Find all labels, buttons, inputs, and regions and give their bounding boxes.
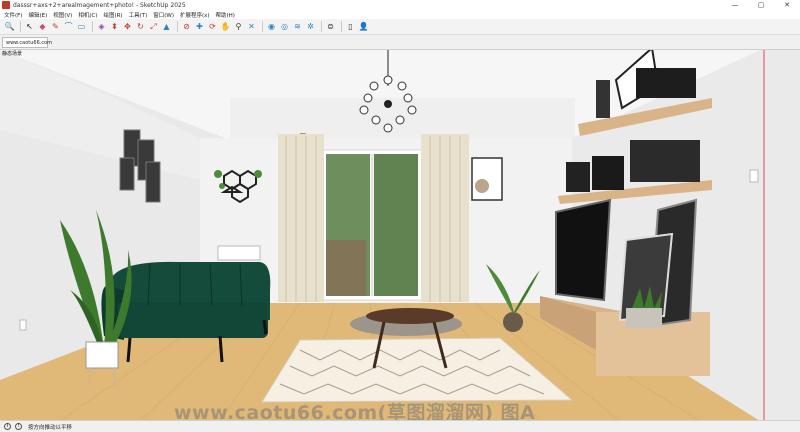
window-view-right: [374, 154, 418, 296]
scene-drawing: [0, 50, 800, 420]
wall-outlet: [19, 319, 27, 331]
coffee-table-top: [366, 308, 454, 324]
menu-edit[interactable]: 编辑(E): [28, 11, 47, 19]
push-pull-icon[interactable]: ⬍: [109, 21, 120, 32]
styles-icon[interactable]: ✲: [305, 21, 316, 32]
orbit-icon[interactable]: ⟳: [207, 21, 218, 32]
rectangle-icon[interactable]: ▭: [76, 21, 87, 32]
menu-extensions[interactable]: 扩展程序(x): [180, 11, 210, 19]
menu-window[interactable]: 窗口(W): [153, 11, 174, 19]
shelf-box-mid: [592, 156, 624, 190]
television: [555, 198, 612, 302]
search-icon[interactable]: 🔍: [4, 21, 15, 32]
scale-icon[interactable]: ⤢: [148, 21, 159, 32]
zoom-icon[interactable]: ⚲: [233, 21, 244, 32]
model-info-icon[interactable]: ⊜: [325, 21, 336, 32]
menu-help[interactable]: 帮助(H): [216, 11, 235, 19]
sketchup-window: dasssr+axs+2+arealmagement+photo! - Sket…: [0, 0, 800, 432]
shelf-boxes-upper: [636, 68, 696, 98]
scene-tabs: www.caotu66.com: [0, 35, 800, 49]
scene-tab[interactable]: www.caotu66.com: [2, 37, 52, 48]
offset-icon[interactable]: ▲: [161, 21, 172, 32]
layout-icon[interactable]: ≋: [292, 21, 303, 32]
user-icon[interactable]: 👤: [358, 21, 369, 32]
pan-icon[interactable]: ✋: [220, 21, 231, 32]
menu-camera[interactable]: 相机(C): [78, 11, 97, 19]
new-file-icon[interactable]: ▯: [345, 21, 356, 32]
credit-icon[interactable]: !: [15, 423, 22, 430]
title-bar: dasssr+axs+2+arealmagement+photo! - Sket…: [0, 0, 800, 10]
zoom-extents-icon[interactable]: ✕: [246, 21, 257, 32]
pencil-icon[interactable]: ✎: [50, 21, 61, 32]
shelf-box-large: [630, 140, 700, 182]
curtain-left: [278, 134, 324, 302]
toolbar-separator: [92, 21, 93, 32]
close-button[interactable]: ✕: [774, 0, 800, 10]
shelf-frame-small: [596, 80, 610, 118]
menu-bar: 文件(F) 编辑(E) 视图(V) 相机(C) 绘图(R) 工具(T) 窗口(W…: [0, 10, 800, 19]
status-text: 按方向推动以平移: [28, 424, 73, 431]
eraser-icon[interactable]: ◆: [37, 21, 48, 32]
menu-tools[interactable]: 工具(T): [129, 11, 148, 19]
scene-name-label: 静态场景: [2, 51, 23, 57]
arc-icon[interactable]: ⌒: [63, 21, 74, 32]
extension-warehouse-icon[interactable]: ◎: [279, 21, 290, 32]
status-bar: i ! 按方向推动以平移: [0, 420, 800, 432]
maximize-button[interactable]: ▢: [748, 0, 774, 10]
minimize-button[interactable]: —: [722, 0, 748, 10]
menu-file[interactable]: 文件(F): [4, 11, 22, 19]
move-icon[interactable]: ✥: [122, 21, 133, 32]
curtain-right: [421, 134, 469, 302]
radiator: [217, 245, 261, 261]
toolbar-separator: [262, 21, 263, 32]
toolbar-separator: [341, 21, 342, 32]
shelf-books: [566, 162, 590, 192]
tape-measure-icon[interactable]: ⊘: [181, 21, 192, 32]
info-icon[interactable]: i: [4, 423, 11, 430]
main-toolbar: 🔍 ↖ ◆ ✎ ⌒ ▭ ◈ ⬍ ✥ ↻ ⤢ ▲ ⊘ ✚ ⟳ ✋ ⚲ ✕ ◉ ◎ ≋ ✲ ⊜ ▯ 👤: [0, 19, 800, 35]
wall-art-back: [471, 157, 503, 201]
sketchup-logo-icon: [2, 1, 10, 9]
toolbar-separator: [321, 21, 322, 32]
warehouse-icon[interactable]: ◉: [266, 21, 277, 32]
toolbar-separator: [20, 21, 21, 32]
model-viewport[interactable]: 静态场景 www.caotu66.com(草图溜溜网) 图A: [0, 49, 800, 420]
wall-art-back-shape: [475, 179, 489, 193]
window-controls: — ▢ ✕: [722, 0, 800, 10]
wall-switch: [749, 169, 759, 183]
window-title: dasssr+axs+2+arealmagement+photo! - Sket…: [13, 1, 186, 9]
watermark-text: www.caotu66.com(草图溜溜网) 图A: [174, 402, 536, 420]
menu-draw[interactable]: 绘图(R): [103, 11, 122, 19]
paint-bucket-icon[interactable]: ◈: [96, 21, 107, 32]
rotate-icon[interactable]: ↻: [135, 21, 146, 32]
text-icon[interactable]: ✚: [194, 21, 205, 32]
window-house: [326, 240, 366, 296]
succulent-pot: [626, 308, 662, 328]
menu-view[interactable]: 视图(V): [53, 11, 72, 19]
select-icon[interactable]: ↖: [24, 21, 35, 32]
toolbar-separator: [177, 21, 178, 32]
